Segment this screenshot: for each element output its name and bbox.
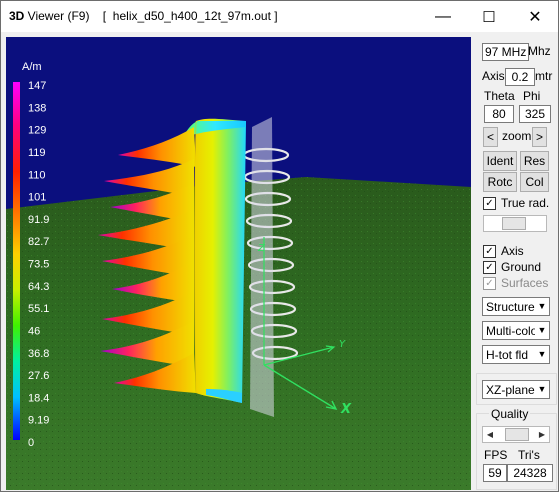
legend-tick-label: 64.3 [28, 281, 49, 293]
3d-viewport[interactable]: Z Y X A/m 147 138 129 119 110 101 91.9 8… [6, 37, 471, 490]
true-rad-slider[interactable] [483, 215, 547, 232]
tris-value: 24328 [507, 464, 553, 482]
svg-text:Z: Z [257, 243, 266, 254]
col-button[interactable]: Col [520, 172, 549, 192]
legend-tick-label: 73.5 [28, 259, 49, 271]
phi-field[interactable]: 325 [519, 105, 551, 123]
theta-label: Theta [484, 89, 515, 103]
legend-unit: A/m [22, 61, 42, 73]
3d-scene[interactable]: Z Y X A/m 14713812911911010191.982.773.5… [6, 37, 471, 490]
legend-tick-label: 101 [28, 192, 46, 204]
checkbox-icon: ✓ [483, 276, 496, 290]
legend-tick-label: 46 [28, 325, 40, 337]
quality-slider[interactable]: ◀ ▶ [482, 426, 550, 443]
legend-tick-label: 55.1 [28, 303, 49, 315]
maximize-icon: ☐ [482, 8, 496, 26]
color-mode-select[interactable]: Multi-colo ▼ [482, 321, 550, 340]
axis-unit-label: mtr [535, 69, 553, 83]
chevron-left-icon[interactable]: ◀ [483, 427, 497, 442]
checkbox-icon: ✓ [483, 260, 496, 274]
viewer-window: 3D Viewer (F9) [ helix_d50_h400_12t_97m.… [0, 0, 559, 492]
minimize-button[interactable]: — [420, 1, 466, 32]
svg-text:Y: Y [339, 339, 346, 350]
minimize-icon: — [435, 7, 451, 25]
maximize-button[interactable]: ☐ [466, 1, 512, 32]
chevron-right-icon[interactable]: ▶ [535, 427, 549, 442]
checkbox-icon: ✓ [483, 244, 496, 258]
legend-tick-label: 36.8 [28, 348, 49, 360]
title-bar[interactable]: 3D Viewer (F9) [ helix_d50_h400_12t_97m.… [1, 1, 558, 32]
quality-label: Quality [489, 407, 531, 421]
res-button[interactable]: Res [520, 151, 549, 171]
legend-tick-label: 129 [28, 125, 46, 137]
fps-label: FPS [484, 448, 508, 462]
zoom-in-button[interactable]: > [532, 127, 547, 147]
surfaces-checkbox: ✓ Surfaces [483, 276, 548, 290]
legend-tick-label: 119 [28, 147, 46, 159]
legend-tick-label: 138 [28, 102, 46, 114]
checkbox-icon: ✓ [483, 196, 496, 210]
svg-text:X: X [340, 402, 352, 417]
legend-tick-label: 9.19 [28, 415, 49, 427]
close-icon: ✕ [528, 8, 542, 26]
axis-checkbox[interactable]: ✓ Axis [483, 244, 524, 258]
chevron-down-icon: ▼ [535, 346, 549, 363]
legend-tick-label: 147 [28, 80, 46, 92]
legend-tick-label: 82.7 [28, 236, 49, 248]
field-type-select[interactable]: H-tot fld ▼ [482, 345, 550, 364]
fps-value: 59 [483, 464, 507, 482]
zoom-label: zoom [502, 129, 532, 143]
axis-label: Axis [482, 69, 505, 83]
frequency-unit-label: Mhz [528, 44, 551, 58]
structure-select[interactable]: Structure ▼ [482, 297, 550, 316]
ident-button[interactable]: Ident [483, 151, 517, 171]
ground-checkbox[interactable]: ✓ Ground [483, 260, 541, 274]
field-plane [250, 117, 274, 417]
legend-tick-label: 110 [28, 169, 46, 181]
phi-label: Phi [523, 89, 541, 103]
legend-tick-label: 91.9 [28, 214, 49, 226]
true-rad-checkbox[interactable]: ✓ True rad. [483, 196, 549, 210]
legend-color-bar [13, 82, 20, 440]
chevron-down-icon: ▼ [535, 381, 549, 398]
plane-select[interactable]: XZ-plane ▼ [482, 380, 550, 399]
slider-thumb[interactable] [505, 428, 529, 441]
zoom-out-button[interactable]: < [483, 127, 498, 147]
legend-tick-label: 18.4 [28, 392, 49, 404]
slider-thumb[interactable] [502, 217, 526, 230]
legend-tick-label: 27.6 [28, 370, 49, 382]
tris-label: Tri's [518, 448, 540, 462]
rotc-button[interactable]: Rotc [483, 172, 517, 192]
chevron-down-icon: ▼ [535, 322, 549, 339]
frequency-field[interactable]: 97 MHz [482, 43, 529, 61]
window-title: 3D Viewer (F9) [ helix_d50_h400_12t_97m.… [9, 9, 278, 23]
theta-field[interactable]: 80 [484, 105, 514, 123]
axis-length-field[interactable]: 0.2 [505, 68, 535, 86]
chevron-down-icon: ▼ [535, 298, 549, 315]
legend-tick-label: 0 [28, 437, 34, 449]
close-button[interactable]: ✕ [512, 1, 558, 32]
